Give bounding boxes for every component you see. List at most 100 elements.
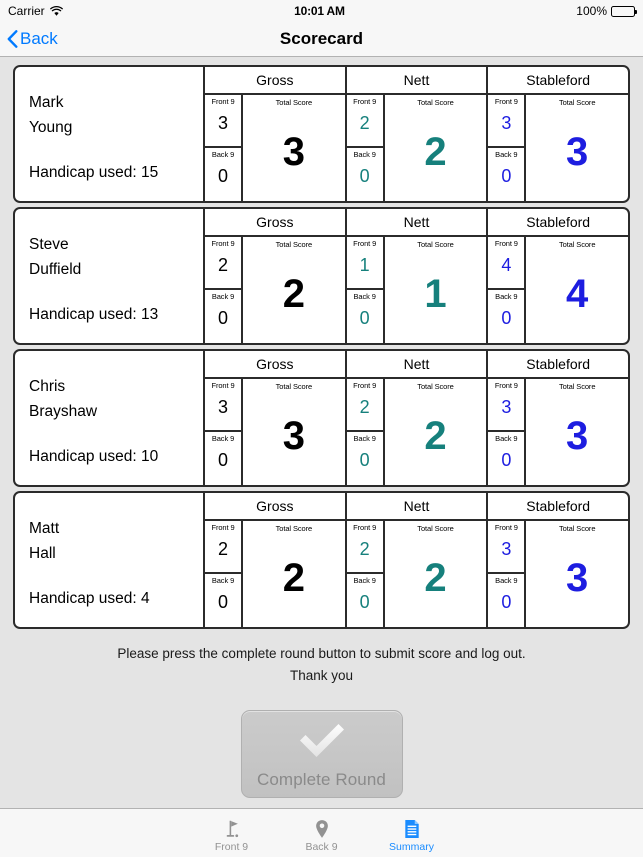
player-handicap: Handicap used: 10 (29, 448, 159, 465)
stableford-front-9-value: 3 (501, 539, 512, 559)
stableford-front-9-cell: Front 9 4 (488, 237, 525, 290)
total-score-label: Total Score (558, 240, 596, 249)
back-9-label: Back 9 (353, 434, 376, 443)
nett-front-9-cell: Front 9 2 (346, 95, 383, 148)
front-9-label: Front 9 (494, 381, 518, 390)
tab-front-9[interactable]: Front 9 (187, 809, 277, 857)
score-group-stableford-body: Front 9 3 Back 9 0 Total Score 3 (488, 95, 628, 201)
footer-message: Please press the complete round button t… (0, 643, 643, 687)
stableford-front-9-value: 4 (501, 255, 512, 275)
status-bar-right: 100% (576, 4, 637, 18)
gross-front-9-value: 2 (217, 539, 228, 559)
player-scorecard-row: Chris Brayshaw Handicap used: 10 Gross Front… (13, 349, 630, 487)
nett-back-9-value: 0 (359, 166, 370, 186)
stableford-halves-column: Front 9 4 Back 9 0 (488, 237, 527, 343)
gross-back-9-cell: Back 9 0 (205, 148, 241, 201)
score-group-gross-header: Gross (205, 209, 345, 237)
gross-front-9-cell: Front 9 2 (205, 237, 241, 290)
stableford-total-value: 3 (566, 129, 589, 174)
front-9-label: Front 9 (211, 97, 235, 106)
player-scorecard-row: Matt Hall Handicap used: 4 Gross Front 9 2 Bac… (13, 491, 630, 629)
front-9-label: Front 9 (211, 381, 235, 390)
nett-halves-column: Front 9 2 Back 9 0 (346, 379, 385, 485)
stableford-back-9-cell: Back 9 0 (488, 432, 524, 485)
score-group-gross-body: Front 9 3 Back 9 0 Total Score 3 (205, 95, 345, 201)
front-9-label: Front 9 (494, 97, 518, 106)
gross-front-9-cell: Front 9 3 (205, 95, 241, 148)
tab-summary-label: Summary (389, 840, 434, 853)
score-group-stableford: Stableford Front 9 3 Back 9 0 Total Score 3 (488, 493, 628, 627)
score-group-gross: Gross Front 9 2 Back 9 0 Total Score 2 (205, 493, 347, 627)
total-score-label: Total Score (275, 98, 313, 107)
nett-front-9-cell: Front 9 2 (346, 379, 383, 432)
total-score-label: Total Score (417, 98, 454, 107)
gross-front-9-cell: Front 9 2 (205, 521, 241, 574)
score-group-gross: Gross Front 9 2 Back 9 0 Total Score 2 (205, 209, 347, 343)
score-group-gross-header: Gross (205, 351, 345, 379)
player-name-cell: Matt Hall Handicap used: 4 (15, 493, 205, 627)
nett-back-9-cell: Back 9 0 (347, 574, 383, 627)
nett-total-value: 2 (424, 129, 447, 174)
tab-summary[interactable]: Summary (367, 809, 457, 857)
gross-back-9-cell: Back 9 0 (205, 290, 241, 343)
player-last-name: Hall (29, 545, 56, 562)
gross-back-9-value: 0 (217, 308, 228, 328)
gross-total-value: 2 (282, 555, 305, 600)
nett-total-value: 2 (424, 413, 447, 458)
back-button[interactable]: Back (0, 29, 58, 49)
score-group-nett-header: Nett (346, 209, 487, 237)
back-9-label: Back 9 (353, 576, 376, 585)
score-group-stableford-body: Front 9 4 Back 9 0 Total Score 4 (488, 237, 628, 343)
stableford-front-9-value: 3 (501, 397, 512, 417)
stableford-back-9-cell: Back 9 0 (488, 290, 524, 343)
nett-halves-column: Front 9 2 Back 9 0 (346, 521, 385, 627)
nett-total-cell: Total Score 2 (385, 95, 487, 201)
back-button-label: Back (20, 29, 58, 48)
gross-front-9-value: 3 (217, 397, 228, 417)
player-name-cell: Chris Brayshaw Handicap used: 10 (15, 351, 205, 485)
total-score-label: Total Score (417, 382, 454, 391)
total-score-label: Total Score (275, 240, 313, 249)
score-group-stableford-body: Front 9 3 Back 9 0 Total Score 3 (488, 379, 628, 485)
back-9-label: Back 9 (353, 292, 376, 301)
stableford-total-cell: Total Score 3 (526, 95, 628, 201)
tab-back-9[interactable]: Back 9 (277, 809, 367, 857)
chevron-left-icon (7, 30, 18, 48)
total-score-label: Total Score (558, 382, 596, 391)
complete-round-button[interactable]: Complete Round (240, 710, 403, 798)
nett-front-9-cell: Front 9 1 (346, 237, 383, 290)
nett-front-9-value: 2 (359, 113, 370, 133)
back-9-label: Back 9 (495, 576, 518, 585)
stableford-front-9-cell: Front 9 3 (488, 521, 525, 574)
wifi-icon (49, 5, 63, 17)
stableford-back-9-value: 0 (501, 308, 512, 328)
total-score-label: Total Score (417, 524, 454, 533)
gross-halves-column: Front 9 3 Back 9 0 (205, 95, 243, 201)
score-group-stableford: Stableford Front 9 3 Back 9 0 Total Score 3 (488, 67, 628, 201)
score-group-gross-body: Front 9 2 Back 9 0 Total Score 2 (205, 521, 345, 627)
score-group-nett-body: Front 9 1 Back 9 0 Total Score 1 (346, 237, 487, 343)
status-bar: Carrier 10:01 AM 100% (0, 0, 643, 22)
score-group-stableford-header: Stableford (488, 493, 628, 521)
player-last-name: Duffield (29, 261, 82, 278)
gross-back-9-value: 0 (217, 450, 228, 470)
battery-percent-label: 100% (576, 4, 607, 18)
total-score-label: Total Score (558, 524, 596, 533)
gross-back-9-cell: Back 9 0 (205, 432, 241, 485)
stableford-back-9-value: 0 (501, 450, 512, 470)
player-first-name: Mark (29, 94, 64, 111)
score-group-nett-header: Nett (346, 67, 487, 95)
nett-total-cell: Total Score 1 (385, 237, 487, 343)
back-9-label: Back 9 (495, 434, 518, 443)
back-9-label: Back 9 (495, 150, 518, 159)
total-score-label: Total Score (275, 524, 313, 533)
player-scorecard-row: Steve Duffield Handicap used: 13 Gross Front… (13, 207, 630, 345)
front-9-label: Front 9 (211, 239, 235, 248)
back-9-label: Back 9 (211, 434, 235, 443)
score-group-gross: Gross Front 9 3 Back 9 0 Total Score 3 (205, 67, 347, 201)
score-group-nett-header: Nett (346, 351, 487, 379)
stableford-back-9-value: 0 (501, 592, 512, 612)
nett-back-9-value: 0 (359, 592, 370, 612)
back-9-label: Back 9 (495, 292, 518, 301)
player-first-name: Steve (29, 236, 69, 253)
